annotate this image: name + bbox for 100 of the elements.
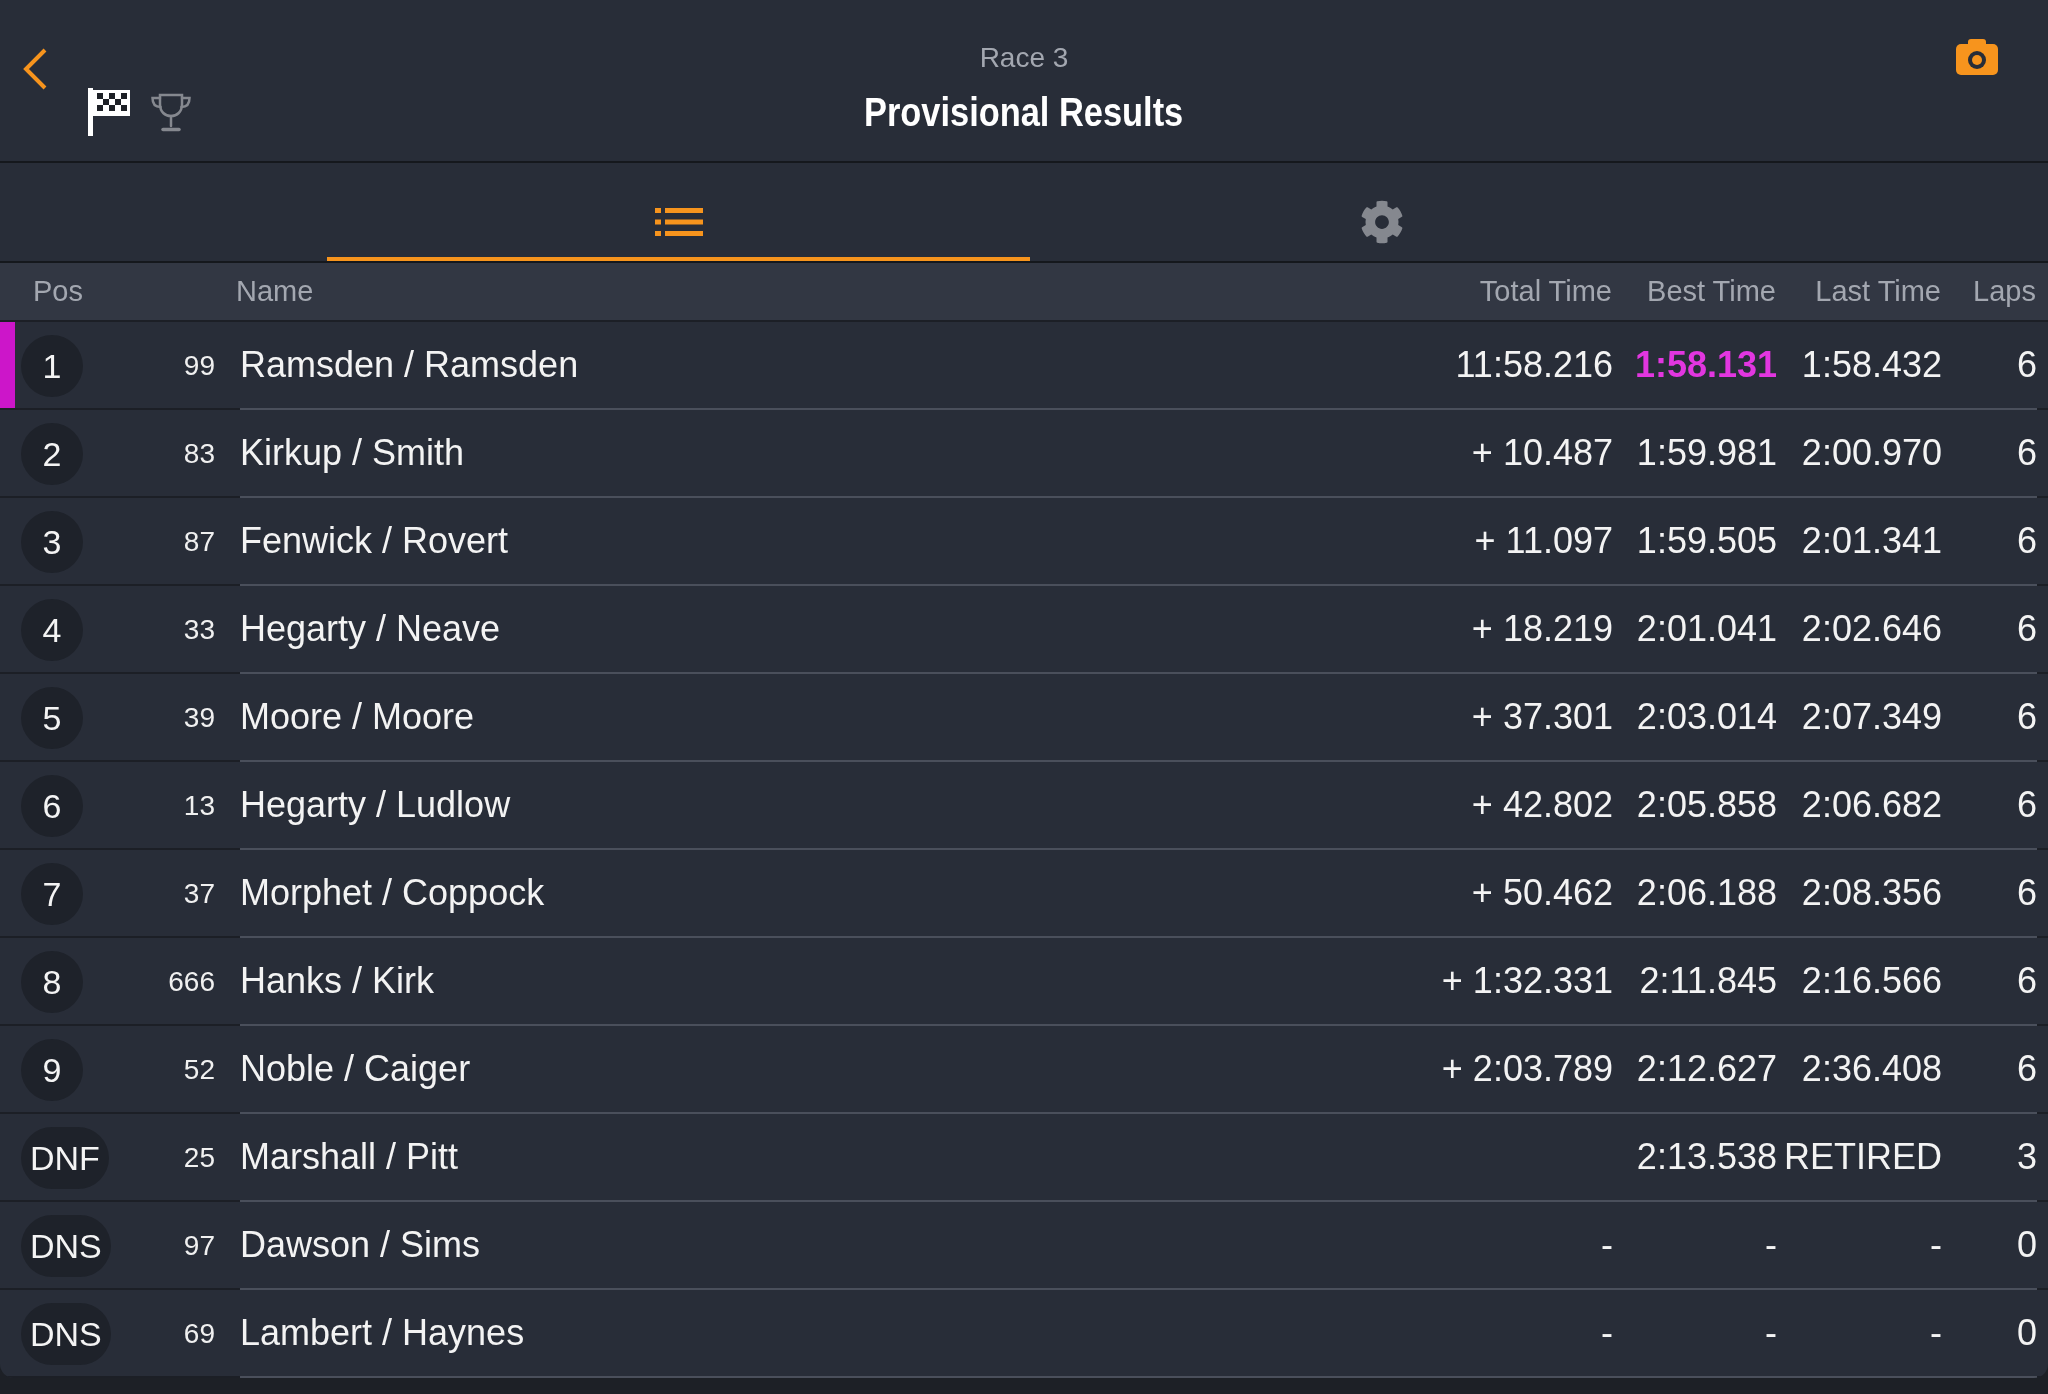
last-time: 2:06.682 xyxy=(1801,784,1942,826)
car-number: 666 xyxy=(168,966,216,998)
best-time: 2:06.188 xyxy=(1636,872,1777,914)
checkered-flag-icon xyxy=(88,88,130,136)
total-time: 11:58.216 xyxy=(1455,344,1613,386)
trophy-icon xyxy=(150,92,192,132)
flag-button[interactable] xyxy=(88,88,130,136)
car-number: 52 xyxy=(183,1054,216,1086)
driver-names: Morphet / Coppock xyxy=(240,872,545,914)
total-time: + 2:03.789 xyxy=(1441,1048,1613,1090)
last-time: 2:01.341 xyxy=(1801,520,1942,562)
laps-count: 6 xyxy=(2016,1048,2037,1090)
car-number: 25 xyxy=(183,1142,216,1174)
column-header: Last Time xyxy=(1815,275,1941,308)
last-time: - xyxy=(1930,1312,1942,1354)
laps-count: 6 xyxy=(2016,344,2037,386)
camera-icon xyxy=(1956,39,1998,75)
laps-count: 6 xyxy=(2016,432,2037,474)
position-badge: DNS xyxy=(21,1215,111,1277)
best-time: 2:01.041 xyxy=(1636,608,1777,650)
car-number: 37 xyxy=(183,878,216,910)
position-badge: DNF xyxy=(21,1127,109,1189)
total-time: - xyxy=(1601,1224,1613,1266)
trophy-button[interactable] xyxy=(150,92,192,132)
driver-names: Ramsden / Ramsden xyxy=(240,344,579,386)
last-time: 2:36.408 xyxy=(1801,1048,1942,1090)
last-time: RETIRED xyxy=(1784,1136,1942,1178)
laps-count: 0 xyxy=(2016,1312,2037,1354)
car-number: 97 xyxy=(183,1230,216,1262)
driver-names: Moore / Moore xyxy=(240,696,475,738)
list-icon xyxy=(654,208,703,236)
car-number: 87 xyxy=(183,526,216,558)
best-time: - xyxy=(1765,1224,1777,1266)
driver-names: Fenwick / Rovert xyxy=(240,520,509,562)
back-button[interactable] xyxy=(22,48,48,90)
last-time: 2:00.970 xyxy=(1801,432,1942,474)
last-time: 2:16.566 xyxy=(1801,960,1942,1002)
total-time: + 1:32.331 xyxy=(1441,960,1613,1002)
position-badge: 1 xyxy=(21,335,83,397)
best-time: 2:12.627 xyxy=(1636,1048,1777,1090)
column-header: Best Time xyxy=(1647,275,1776,308)
car-number: 13 xyxy=(183,790,216,822)
race-subtitle: Race 3 xyxy=(979,41,1069,75)
position-badge: 6 xyxy=(21,775,83,837)
car-number: 69 xyxy=(183,1318,216,1350)
driver-names: Marshall / Pitt xyxy=(240,1136,459,1178)
position-badge: 9 xyxy=(21,1039,83,1101)
laps-count: 6 xyxy=(2016,960,2037,1002)
best-time: 2:03.014 xyxy=(1636,696,1777,738)
driver-names: Hegarty / Ludlow xyxy=(240,784,511,826)
laps-count: 0 xyxy=(2016,1224,2037,1266)
camera-button[interactable] xyxy=(1956,39,1998,75)
last-time: - xyxy=(1930,1224,1942,1266)
position-badge: 8 xyxy=(21,951,83,1013)
last-time: 2:02.646 xyxy=(1801,608,1942,650)
driver-names: Hanks / Kirk xyxy=(240,960,435,1002)
total-time: + 50.462 xyxy=(1471,872,1613,914)
page-title: Provisional Results xyxy=(864,89,1184,135)
column-header: Total Time xyxy=(1479,275,1612,308)
laps-count: 3 xyxy=(2016,1136,2037,1178)
column-header: Pos xyxy=(32,275,83,308)
laps-count: 6 xyxy=(2016,696,2037,738)
laps-count: 6 xyxy=(2016,872,2037,914)
chevron-left-icon xyxy=(22,48,48,90)
total-time: - xyxy=(1601,1312,1613,1354)
best-time: 1:59.505 xyxy=(1636,520,1777,562)
total-time: + 10.487 xyxy=(1471,432,1613,474)
driver-names: Lambert / Haynes xyxy=(240,1312,525,1354)
driver-names: Dawson / Sims xyxy=(240,1224,481,1266)
best-time: 1:58.131 xyxy=(1634,344,1777,386)
best-time: 1:59.981 xyxy=(1636,432,1777,474)
position-badge: 3 xyxy=(21,511,83,573)
column-header: Name xyxy=(236,275,314,308)
total-time: + 42.802 xyxy=(1471,784,1613,826)
car-number: 99 xyxy=(183,350,216,382)
car-number: 39 xyxy=(183,702,216,734)
best-time: 2:13.538 xyxy=(1636,1136,1777,1178)
driver-names: Kirkup / Smith xyxy=(240,432,465,474)
car-number: 83 xyxy=(183,438,216,470)
last-time: 2:08.356 xyxy=(1801,872,1942,914)
best-time: - xyxy=(1765,1312,1777,1354)
total-time: + 37.301 xyxy=(1471,696,1613,738)
settings-icon xyxy=(1359,200,1404,244)
position-badge: 5 xyxy=(21,687,83,749)
total-time: + 18.219 xyxy=(1471,608,1613,650)
position-badge: 2 xyxy=(21,423,83,485)
last-time: 2:07.349 xyxy=(1801,696,1942,738)
position-badge: 4 xyxy=(21,599,83,661)
best-time: 2:05.858 xyxy=(1636,784,1777,826)
laps-count: 6 xyxy=(2016,784,2037,826)
position-badge: DNS xyxy=(21,1303,111,1365)
total-time: + 11.097 xyxy=(1474,520,1613,562)
best-time: 2:11.845 xyxy=(1639,960,1777,1002)
car-number: 33 xyxy=(183,614,216,646)
column-header: Laps xyxy=(1973,275,2036,308)
driver-names: Noble / Caiger xyxy=(240,1048,471,1090)
driver-names: Hegarty / Neave xyxy=(240,608,501,650)
position-badge: 7 xyxy=(21,863,83,925)
laps-count: 6 xyxy=(2016,608,2037,650)
laps-count: 6 xyxy=(2016,520,2037,562)
